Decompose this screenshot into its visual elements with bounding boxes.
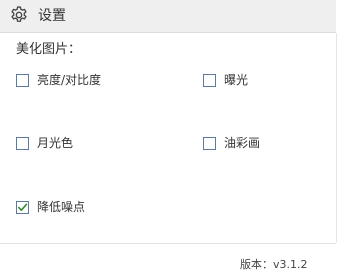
option-exposure[interactable]: 曝光 <box>203 72 248 88</box>
option-label: 油彩画 <box>224 136 261 150</box>
settings-header: 设置 <box>0 0 336 33</box>
checkmark-icon <box>18 203 28 211</box>
option-label: 亮度/对比度 <box>37 73 102 87</box>
checkbox[interactable] <box>203 136 216 150</box>
checkbox[interactable] <box>16 136 29 150</box>
option-brightness-contrast[interactable]: 亮度/对比度 <box>16 72 101 88</box>
option-label: 降低噪点 <box>37 200 86 214</box>
option-moonlight[interactable]: 月光色 <box>16 135 73 151</box>
checkbox[interactable] <box>16 73 29 87</box>
option-reduce-noise[interactable]: 降低噪点 <box>16 199 85 215</box>
checkbox-checked[interactable] <box>16 200 29 214</box>
gear-icon <box>11 6 27 22</box>
version-text: 版本：v3.1.2 <box>240 258 308 271</box>
divider <box>0 243 336 244</box>
checkbox[interactable] <box>203 73 216 87</box>
option-label: 月光色 <box>37 136 74 150</box>
section-title: 美化图片： <box>16 42 82 57</box>
option-label: 曝光 <box>224 73 249 87</box>
page-title: 设置 <box>38 8 66 24</box>
option-oil-painting[interactable]: 油彩画 <box>203 135 260 151</box>
